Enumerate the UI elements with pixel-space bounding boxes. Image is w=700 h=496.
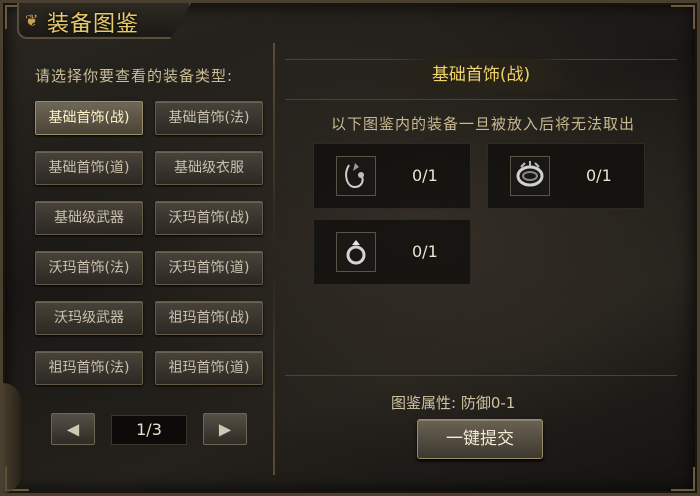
collection-attribute: 图鉴属性: 防御0-1 [391,394,516,412]
window-title: 装备图鉴 [47,12,140,37]
page-indicator: 1/3 [111,415,187,445]
category-button[interactable]: 基础首饰(法) [155,101,263,135]
category-button[interactable]: 基础级衣服 [155,151,263,185]
frame-corner [671,5,695,29]
category-button[interactable]: 沃玛首饰(道) [155,251,263,285]
next-page-button[interactable]: ▶ [203,413,247,445]
arrow-right-icon: ▶ [218,419,232,439]
category-button[interactable]: 沃玛级武器 [35,301,143,335]
category-header: 基础首饰(战) [391,59,571,91]
slot-count: 0/1 [586,166,612,185]
collection-window: ❦ 装备图鉴 请选择你要查看的装备类型: 基础首饰(战) 基础首饰(法) 基础首… [0,0,700,496]
frame-corner [671,467,695,491]
category-button[interactable]: 祖玛首饰(法) [35,351,143,385]
category-button[interactable]: 基础级武器 [35,201,143,235]
panel-divider [273,43,275,475]
category-button[interactable]: 祖玛首饰(战) [155,301,263,335]
footer-line [285,375,677,376]
category-button[interactable]: 沃玛首饰(战) [155,201,263,235]
equipment-slot[interactable]: 0/1 [313,219,471,285]
ring-icon [336,232,376,272]
slot-count: 0/1 [412,242,438,261]
equipment-slot[interactable]: 0/1 [313,143,471,209]
category-button[interactable]: 基础首饰(道) [35,151,143,185]
arrow-left-icon: ◀ [66,419,80,439]
necklace-icon [336,156,376,196]
category-button[interactable]: 基础首饰(战) [35,101,143,135]
category-button[interactable]: 祖玛首饰(道) [155,351,263,385]
collection-note: 以下图鉴内的装备一旦被放入后将无法取出 [330,115,635,133]
bracelet-icon [510,156,550,196]
submit-all-button[interactable]: 一键提交 [417,419,543,459]
title-ornament-icon: ❦ [25,11,39,30]
equipment-slot[interactable]: 0/1 [487,143,645,209]
header-line [285,99,677,100]
dragon-ornament-icon [3,383,21,493]
category-button[interactable]: 沃玛首饰(法) [35,251,143,285]
category-hint: 请选择你要查看的装备类型: [35,67,234,85]
slot-count: 0/1 [412,166,438,185]
prev-page-button[interactable]: ◀ [51,413,95,445]
